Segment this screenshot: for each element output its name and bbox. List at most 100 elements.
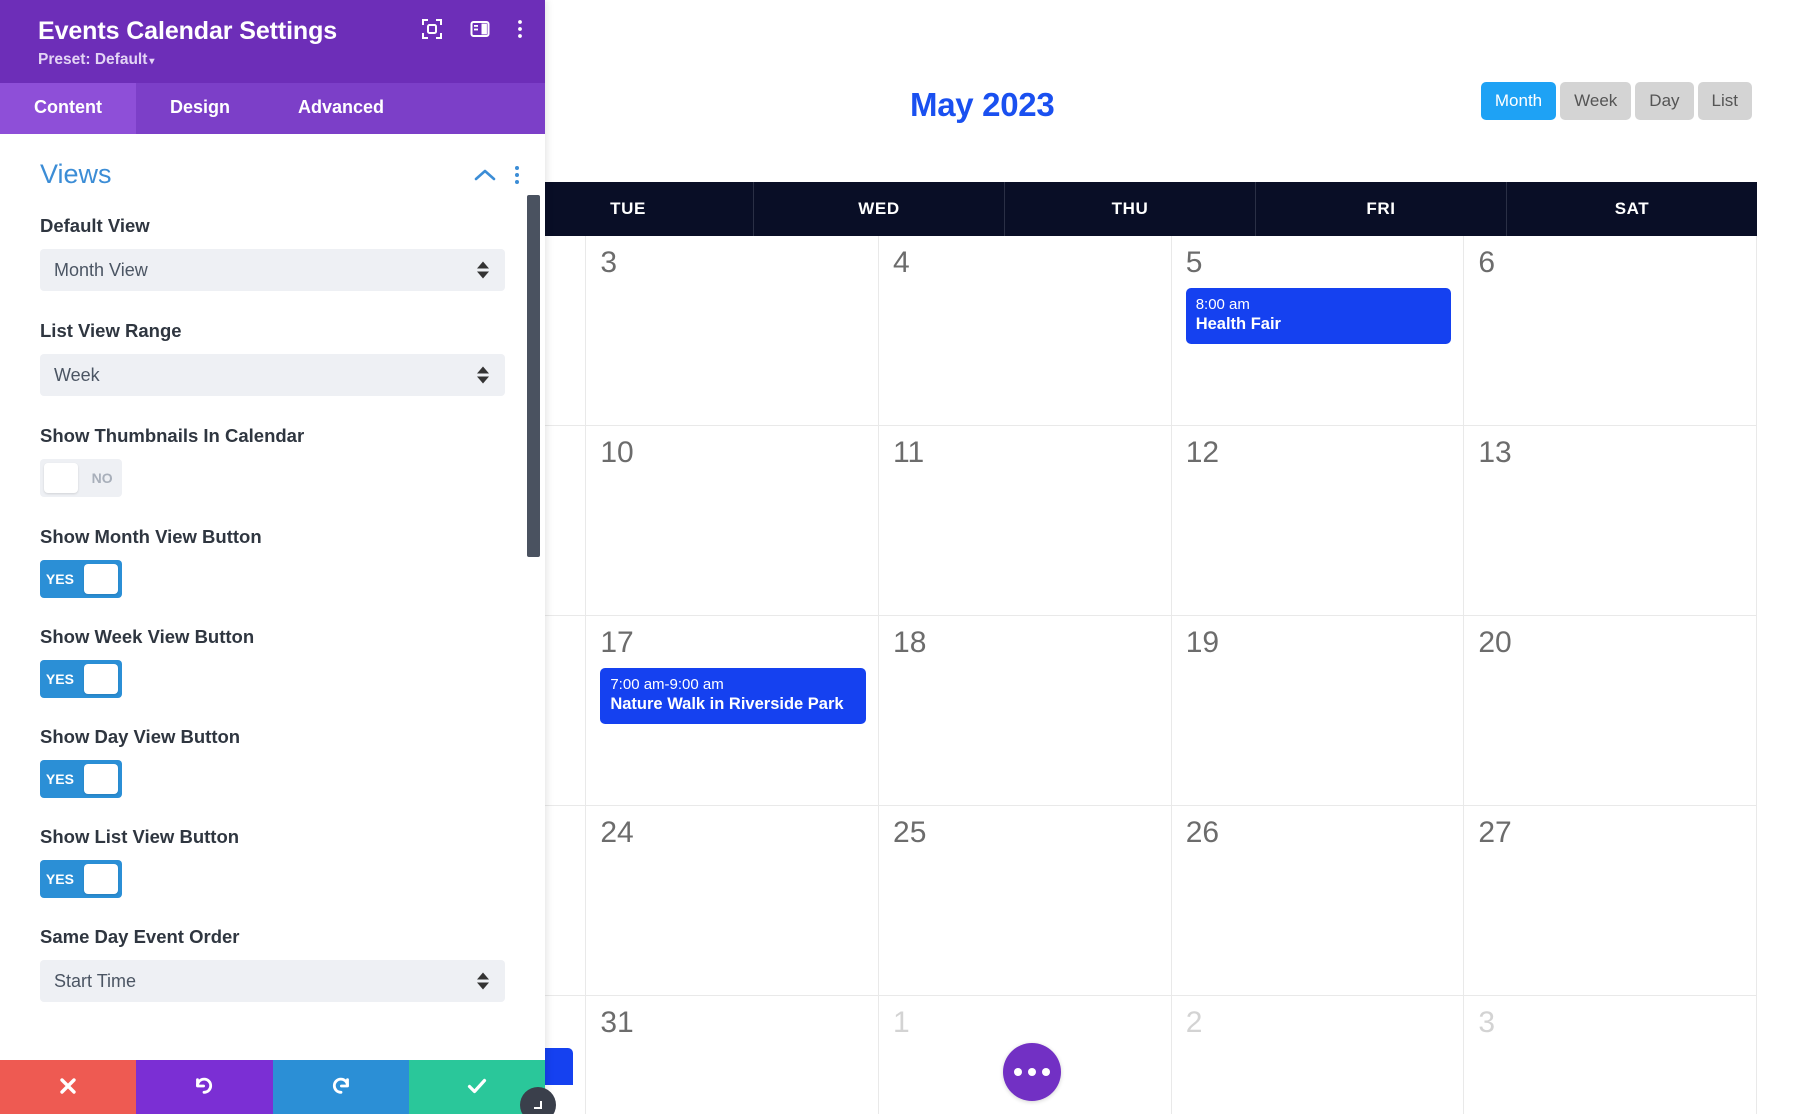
calendar-day-number: 12 <box>1185 436 1220 469</box>
undo-arrow-icon <box>192 1074 216 1101</box>
panel-layout-icon[interactable] <box>469 18 491 45</box>
calendar-day-cell[interactable]: 5 8:00 am Health Fair <box>1171 236 1465 426</box>
calendar-event-time: 7:00 am-9:00 am <box>610 676 724 693</box>
calendar-day-number: 2 <box>1185 1006 1203 1039</box>
section-header-views: Views <box>0 159 545 190</box>
setting-toggle[interactable]: YES <box>40 760 122 799</box>
setting-field: Show Day View Button YES <box>0 725 545 799</box>
panel-header-actions <box>421 18 523 45</box>
setting-field: Default View Month View <box>0 214 545 292</box>
calendar-view-switcher: Month Week Day List <box>1480 82 1752 120</box>
calendar-day-number: 6 <box>1478 246 1496 279</box>
panel-body: Views Default View Month View List View Ra… <box>0 137 545 1114</box>
panel-preset-selector[interactable]: Preset: Default ▾ <box>38 51 523 69</box>
toggle-knob <box>44 463 79 494</box>
calendar-day-cell[interactable]: 11 <box>879 426 1172 616</box>
setting-field-label: Default View <box>40 215 150 236</box>
cancel-button[interactable] <box>0 1060 137 1114</box>
calendar-view-month[interactable]: Month <box>1480 82 1557 120</box>
panel-footer-actions <box>0 1060 545 1114</box>
setting-toggle-state: YES <box>45 771 74 788</box>
calendar-month-title: May 2023 <box>910 86 1055 123</box>
setting-field: Show Month View Button YES <box>0 525 545 599</box>
calendar-event-title: Health Fair <box>1195 315 1281 334</box>
more-options-fab[interactable] <box>1003 1043 1061 1101</box>
undo-button[interactable] <box>136 1060 273 1114</box>
chevron-down-icon: ▾ <box>149 56 155 67</box>
setting-field: Show Thumbnails In Calendar NO <box>0 424 545 498</box>
setting-select-value: Month View <box>54 259 148 280</box>
calendar-event-title: Nature Walk in Riverside Park <box>610 695 844 714</box>
calendar-day-cell[interactable]: 3 <box>1464 996 1758 1114</box>
calendar-day-cell[interactable]: 19 <box>1171 616 1465 806</box>
kebab-menu-icon[interactable] <box>517 18 523 45</box>
day-header-wed: WED <box>754 182 1005 236</box>
chevron-up-icon[interactable] <box>473 167 497 183</box>
setting-select-value: Start Time <box>54 970 137 991</box>
settings-panel: Events Calendar Settings Preset: Default… <box>0 0 556 1114</box>
three-dots-icon <box>1028 1068 1036 1076</box>
calendar-day-cell[interactable]: 31 <box>586 996 880 1114</box>
setting-select[interactable]: Week <box>40 354 505 397</box>
setting-select[interactable]: Month View <box>40 249 505 292</box>
checkmark-icon <box>465 1074 489 1101</box>
calendar-day-number: 3 <box>600 246 618 279</box>
calendar-day-number: 4 <box>893 246 910 279</box>
calendar-view-day[interactable]: Day <box>1635 82 1694 120</box>
toggle-knob <box>83 564 118 595</box>
tab-content[interactable]: Content <box>0 83 136 134</box>
calendar-day-number: 19 <box>1185 626 1220 659</box>
day-header-thu: THU <box>1005 182 1256 236</box>
focus-target-icon[interactable] <box>421 18 443 45</box>
calendar-day-number: 5 <box>1185 246 1203 279</box>
calendar-day-cell[interactable]: 18 <box>879 616 1172 806</box>
setting-toggle-state: YES <box>45 571 74 588</box>
setting-field-label: Show Month View Button <box>40 526 262 548</box>
setting-toggle[interactable]: NO <box>40 459 122 498</box>
three-dots-icon <box>1014 1068 1022 1076</box>
panel-header: Events Calendar Settings Preset: Default… <box>0 0 545 83</box>
calendar-day-number: 17 <box>600 626 634 659</box>
calendar-day-number: 18 <box>893 626 927 659</box>
calendar-day-cell[interactable]: 24 <box>586 806 880 996</box>
calendar-day-number: 1 <box>893 1006 910 1039</box>
three-dots-icon <box>1042 1068 1050 1076</box>
calendar-day-cell[interactable]: 27 <box>1464 806 1758 996</box>
calendar-day-cell[interactable]: 26 <box>1171 806 1465 996</box>
setting-toggle[interactable]: YES <box>40 660 122 699</box>
calendar-day-cell[interactable]: 25 <box>879 806 1172 996</box>
setting-field: List View Range Week <box>0 319 545 397</box>
setting-select[interactable]: Start Time <box>40 960 505 1003</box>
calendar-view-week[interactable]: Week <box>1560 82 1632 120</box>
kebab-menu-icon[interactable] <box>515 165 519 184</box>
calendar-day-number: 13 <box>1478 436 1512 469</box>
calendar-event[interactable]: 8:00 am Health Fair <box>1185 288 1452 345</box>
setting-field-label: Show Week View Button <box>40 626 255 648</box>
redo-button[interactable] <box>272 1060 409 1114</box>
calendar-view-list[interactable]: List <box>1697 82 1752 120</box>
calendar-day-cell[interactable]: 3 <box>586 236 880 426</box>
calendar-day-cell[interactable]: 4 <box>879 236 1172 426</box>
setting-field: Show List View Button YES <box>0 825 545 899</box>
calendar-event[interactable]: 7:00 am-9:00 am Nature Walk in Riverside … <box>600 668 867 725</box>
setting-field: Same Day Event Order Start Time <box>0 925 545 1003</box>
calendar-day-cell[interactable]: 2 <box>1171 996 1465 1114</box>
setting-toggle[interactable]: YES <box>40 860 122 899</box>
calendar-day-cell[interactable]: 17 7:00 am-9:00 am Nature Walk in Riversid… <box>586 616 880 806</box>
setting-toggle[interactable]: YES <box>40 560 122 599</box>
calendar-day-number: 10 <box>600 436 634 469</box>
calendar-day-cell[interactable]: 13 <box>1464 426 1758 616</box>
calendar-day-cell[interactable]: 10 <box>586 426 880 616</box>
resize-arrow-icon <box>534 1101 542 1109</box>
calendar-event-time: 8:00 am <box>1195 296 1250 313</box>
section-title: Views <box>40 159 112 189</box>
tab-advanced[interactable]: Advanced <box>264 83 418 134</box>
setting-toggle-state: YES <box>45 671 74 688</box>
calendar-day-cell[interactable]: 12 <box>1171 426 1465 616</box>
calendar-day-cell[interactable]: 6 <box>1464 236 1758 426</box>
calendar-day-cell[interactable]: 20 <box>1464 616 1758 806</box>
tab-design[interactable]: Design <box>136 83 264 134</box>
panel-scrollbar-thumb[interactable] <box>527 195 540 557</box>
calendar-day-number: 26 <box>1185 816 1220 849</box>
select-stepper-arrows-icon <box>477 972 489 990</box>
